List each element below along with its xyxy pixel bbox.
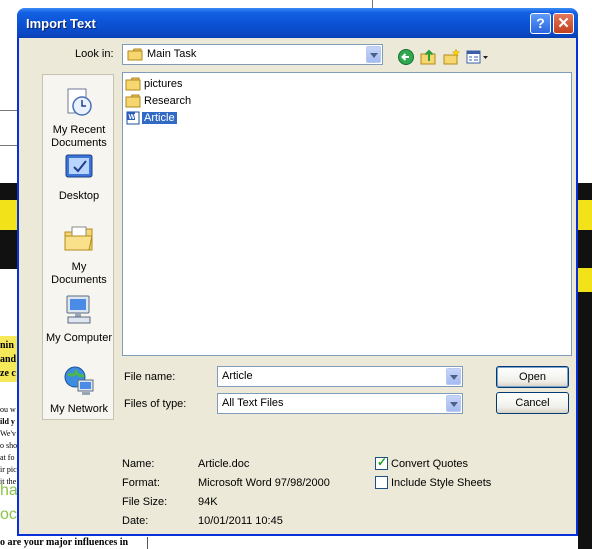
my-network-icon xyxy=(64,366,94,395)
info-format-label: Format: xyxy=(122,477,160,489)
include-style-sheets-label[interactable]: Include Style Sheets xyxy=(391,477,491,489)
convert-quotes-checkbox[interactable]: ✓ xyxy=(375,455,388,470)
folder-icon xyxy=(127,48,143,61)
place-desktop[interactable]: Desktop xyxy=(43,151,115,203)
chevron-down-icon[interactable] xyxy=(446,395,461,412)
checkmark-icon: ✓ xyxy=(377,455,388,469)
place-my-network[interactable]: My Network xyxy=(43,364,115,416)
place-label: Desktop xyxy=(58,190,100,202)
file-name-value: Article xyxy=(222,370,253,382)
my-documents-icon xyxy=(64,226,93,251)
place-label: My Documents xyxy=(51,261,107,286)
import-text-dialog: Import Text ? ✕ Look in: Main Task My Re… xyxy=(17,8,578,536)
recent-documents-icon xyxy=(67,88,92,116)
look-in-label: Look in: xyxy=(75,48,114,60)
info-format-value: Microsoft Word 97/98/2000 xyxy=(198,477,330,489)
folder-icon xyxy=(125,77,141,91)
bg-divider xyxy=(147,537,148,549)
close-button[interactable]: ✕ xyxy=(553,13,574,34)
file-name: pictures xyxy=(144,78,183,90)
folder-icon xyxy=(125,94,141,108)
file-list[interactable]: pictures Research W Article xyxy=(122,72,572,356)
info-date-value: 10/01/2011 10:45 xyxy=(198,515,283,527)
place-label: My Computer xyxy=(45,332,113,344)
look-in-dropdown[interactable]: Main Task xyxy=(122,44,383,65)
help-button[interactable]: ? xyxy=(530,13,551,34)
file-name: Article xyxy=(142,112,177,124)
dialog-title: Import Text xyxy=(26,16,96,31)
word-document-icon: W xyxy=(126,111,140,125)
desktop-icon xyxy=(65,154,93,178)
open-button[interactable]: Open xyxy=(496,366,569,388)
info-name-label: Name: xyxy=(122,458,155,470)
bg-yellow-block xyxy=(578,200,592,230)
look-in-value: Main Task xyxy=(147,48,197,60)
info-size-value: 94K xyxy=(198,496,218,508)
files-of-type-dropdown[interactable]: All Text Files xyxy=(217,393,463,414)
place-my-computer[interactable]: My Computer xyxy=(43,293,115,345)
place-label: My Network xyxy=(49,403,109,415)
chevron-down-icon[interactable] xyxy=(366,46,381,63)
file-name-input[interactable]: Article xyxy=(217,366,463,387)
bg-bottom-text: o are your major influences in xyxy=(0,537,129,548)
place-my-recent-documents[interactable]: My Recent Documents xyxy=(43,85,115,150)
up-folder-icon[interactable] xyxy=(420,48,438,66)
include-style-sheets-checkbox[interactable] xyxy=(375,476,388,489)
bg-divider xyxy=(372,0,373,8)
file-name: Research xyxy=(144,95,192,107)
place-label: My Recent Documents xyxy=(51,124,107,149)
back-icon[interactable] xyxy=(397,48,415,66)
info-size-label: File Size: xyxy=(122,496,168,508)
views-menu-icon[interactable] xyxy=(466,48,490,66)
chevron-down-icon[interactable] xyxy=(446,368,461,385)
bg-yellow-block xyxy=(578,268,592,292)
info-date-label: Date: xyxy=(122,515,149,527)
bg-dark-strip xyxy=(578,292,592,549)
cancel-button[interactable]: Cancel xyxy=(496,392,569,414)
places-bar: My Recent Documents Desktop My Documents… xyxy=(42,74,114,420)
my-computer-icon xyxy=(66,295,91,324)
files-of-type-label: Files of type: xyxy=(124,398,187,410)
svg-text:W: W xyxy=(129,114,136,121)
convert-quotes-label[interactable]: Convert Quotes xyxy=(391,458,468,470)
place-my-documents[interactable]: My Documents xyxy=(43,222,115,287)
files-of-type-value: All Text Files xyxy=(222,397,284,409)
title-bar[interactable]: Import Text ? ✕ xyxy=(17,8,578,38)
file-name-label: File name: xyxy=(124,371,176,383)
info-name-value: Article.doc xyxy=(198,458,250,470)
new-folder-icon[interactable] xyxy=(443,48,461,66)
